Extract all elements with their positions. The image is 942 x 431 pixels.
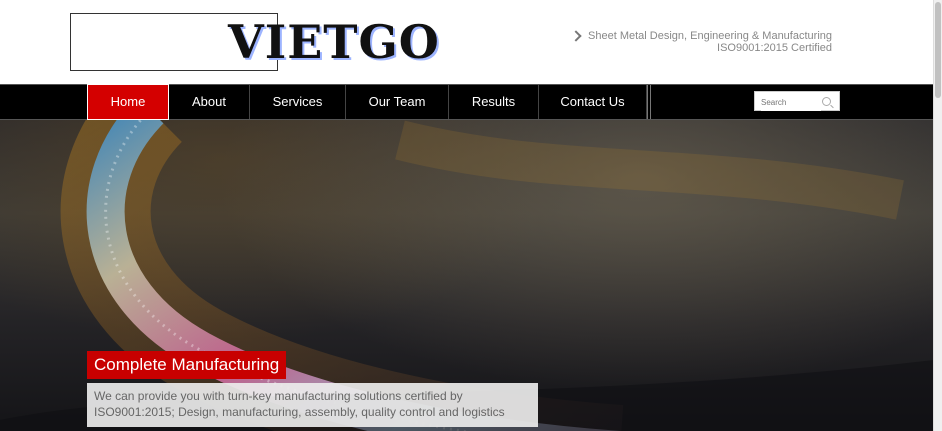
- tagline: Sheet Metal Design, Engineering & Manufa…: [570, 30, 832, 54]
- page-scrollbar[interactable]: [933, 0, 942, 431]
- tagline-line1: Sheet Metal Design, Engineering & Manufa…: [588, 30, 832, 42]
- site-header: VIETGO Sheet Metal Design, Engineering &…: [0, 0, 934, 84]
- site-logo[interactable]: VIETGO: [228, 12, 440, 72]
- nav-item-services[interactable]: Services: [250, 85, 346, 119]
- nav-item-our-team[interactable]: Our Team: [346, 85, 449, 119]
- search-icon[interactable]: [822, 97, 831, 106]
- main-nav: Home About Services Our Team Results Con…: [0, 84, 934, 120]
- hero-text: We can provide you with turn-key manufac…: [87, 383, 538, 427]
- scrollbar-thumb[interactable]: [935, 2, 941, 98]
- search-input[interactable]: [761, 94, 821, 111]
- hero-title: Complete Manufacturing: [87, 351, 287, 379]
- search-box[interactable]: [754, 91, 840, 111]
- chevron-right-icon: [570, 30, 582, 42]
- nav-item-contact-us[interactable]: Contact Us: [539, 85, 647, 119]
- nav-item-home[interactable]: Home: [87, 84, 169, 120]
- nav-item-results[interactable]: Results: [449, 85, 539, 119]
- nav-divider: [647, 85, 651, 119]
- tagline-line2: ISO9001:2015 Certified: [717, 42, 832, 54]
- hero-banner: Complete Manufacturing We can provide yo…: [0, 120, 934, 431]
- nav-item-about[interactable]: About: [169, 85, 250, 119]
